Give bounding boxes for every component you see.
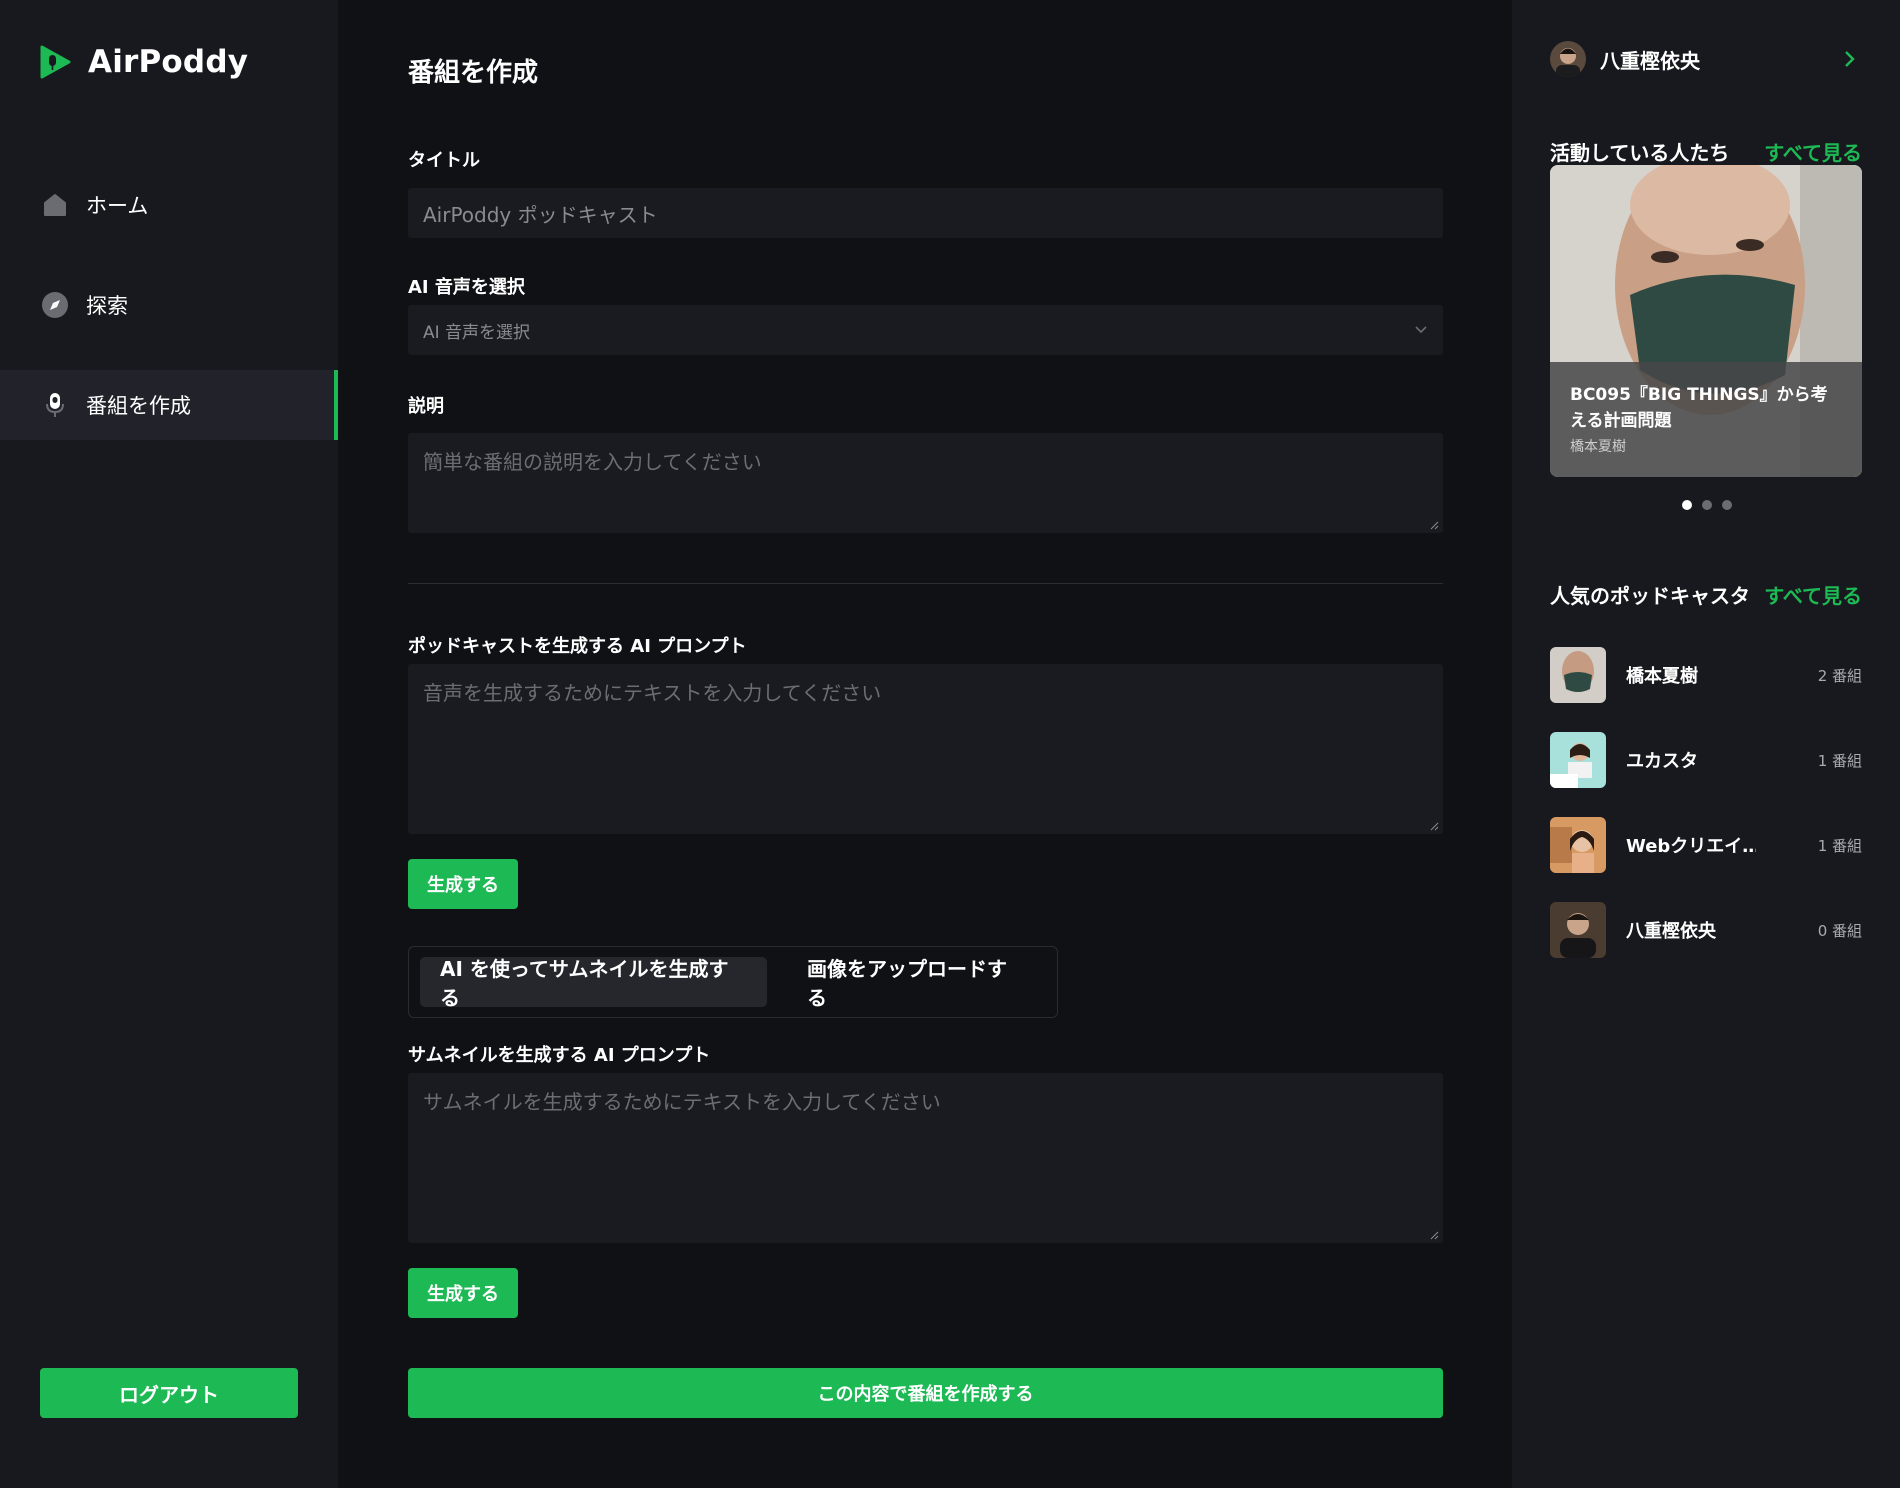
podcaster-name: 橋本夏樹	[1626, 666, 1698, 687]
podcaster-list: 橋本夏樹 2 番組 ユカスタ 1 番組 Webクリエイ… 1 番組 八重樫依央 …	[1550, 647, 1862, 987]
card-title: BC095『BIG THINGS』から考える計画問題	[1570, 385, 1828, 431]
sidebar-item-label: ホーム	[86, 194, 149, 218]
page-title: 番組を作成	[408, 58, 539, 88]
resize-handle-icon[interactable]	[1429, 821, 1439, 831]
sidebar-item-label: 探索	[86, 294, 128, 318]
brand-logo[interactable]: AirPoddy	[38, 44, 248, 80]
thumbnail-mode-tabs: AI を使ってサムネイルを生成する 画像をアップロードする	[408, 946, 1058, 1018]
card-author: 橋本夏樹	[1570, 439, 1626, 455]
home-icon	[40, 190, 70, 220]
voice-select[interactable]: AI 音声を選択	[408, 305, 1443, 355]
description-textarea[interactable]: 簡単な番組の説明を入力してください	[408, 433, 1443, 533]
microphone-icon	[40, 390, 70, 420]
show-count: 0 番組	[1817, 921, 1862, 940]
sidebar: AirPoddy ホーム 探索 番組を作成 ログアウト	[0, 0, 338, 1488]
podcast-prompt-placeholder: 音声を生成するためにテキストを入力してください	[423, 681, 882, 705]
avatar	[1550, 41, 1586, 77]
tab-ai-thumbnail[interactable]: AI を使ってサムネイルを生成する	[420, 957, 768, 1010]
voice-select-value: AI 音声を選択	[423, 322, 531, 343]
generate-audio-button[interactable]: 生成する	[408, 859, 518, 909]
sidebar-item-explore[interactable]: 探索	[0, 270, 338, 340]
avatar	[1550, 732, 1606, 788]
active-people-header: 活動している人たち すべて見る	[1550, 137, 1862, 166]
current-user[interactable]: 八重樫依央	[1550, 40, 1860, 78]
show-count: 2 番組	[1817, 666, 1862, 685]
user-name: 八重樫依央	[1600, 48, 1700, 73]
generate-thumbnail-button[interactable]: 生成する	[408, 1268, 518, 1318]
sidebar-item-label: 番組を作成	[86, 394, 191, 418]
carousel-dot[interactable]	[1702, 500, 1712, 510]
popular-podcasters-header: 人気のポッドキャスタ すべて見る	[1550, 580, 1862, 609]
podcaster-name: 八重樫依央	[1626, 921, 1716, 942]
sidebar-item-home[interactable]: ホーム	[0, 170, 338, 240]
avatar	[1550, 817, 1606, 873]
compass-icon	[40, 290, 70, 320]
carousel-dots	[1682, 500, 1742, 510]
section-title: 活動している人たち	[1550, 141, 1730, 165]
resize-handle-icon[interactable]	[1429, 520, 1439, 530]
see-all-link[interactable]: すべて見る	[1764, 580, 1862, 609]
list-item[interactable]: ユカスタ 1 番組	[1550, 732, 1862, 788]
podcast-prompt-label: ポッドキャストを生成する AI プロンプト	[408, 636, 747, 657]
brand-name: AirPoddy	[88, 44, 249, 80]
sidebar-item-create[interactable]: 番組を作成	[0, 370, 338, 440]
thumbnail-prompt-textarea[interactable]: サムネイルを生成するためにテキストを入力してください	[408, 1073, 1443, 1243]
show-count: 1 番組	[1817, 751, 1862, 770]
card-overlay: BC095『BIG THINGS』から考える計画問題 橋本夏樹	[1550, 362, 1862, 477]
description-label: 説明	[408, 396, 444, 417]
right-panel: 八重樫依央 活動している人たち すべて見る BC095『BIG THINGS』か…	[1512, 0, 1900, 1488]
avatar	[1550, 647, 1606, 703]
voice-label: AI 音声を選択	[408, 277, 525, 298]
featured-podcast-card[interactable]: BC095『BIG THINGS』から考える計画問題 橋本夏樹	[1550, 165, 1862, 477]
avatar	[1550, 902, 1606, 958]
title-placeholder: AirPoddy ポッドキャスト	[423, 202, 658, 227]
app-root: AirPoddy ホーム 探索 番組を作成 ログアウト 番組を作成 タイトル A…	[0, 0, 1900, 1488]
sidebar-nav: ホーム 探索 番組を作成	[0, 170, 338, 470]
thumbnail-prompt-label: サムネイルを生成する AI プロンプト	[408, 1045, 711, 1066]
podcaster-name: Webクリエイ…	[1626, 836, 1756, 857]
list-item[interactable]: 八重樫依央 0 番組	[1550, 902, 1862, 958]
carousel-dot[interactable]	[1722, 500, 1732, 510]
podcaster-name: ユカスタ	[1626, 751, 1698, 772]
list-item[interactable]: 橋本夏樹 2 番組	[1550, 647, 1862, 703]
see-all-link[interactable]: すべて見る	[1764, 137, 1862, 166]
thumbnail-prompt-placeholder: サムネイルを生成するためにテキストを入力してください	[423, 1090, 941, 1114]
list-item[interactable]: Webクリエイ… 1 番組	[1550, 817, 1862, 873]
section-title: 人気のポッドキャスタ	[1550, 584, 1750, 608]
create-show-button[interactable]: この内容で番組を作成する	[408, 1368, 1443, 1418]
description-placeholder: 簡単な番組の説明を入力してください	[423, 450, 762, 474]
logout-button[interactable]: ログアウト	[40, 1368, 298, 1418]
title-label: タイトル	[408, 150, 480, 171]
title-input[interactable]: AirPoddy ポッドキャスト	[408, 188, 1443, 238]
airpoddy-logo-icon	[40, 45, 71, 79]
carousel-dot[interactable]	[1682, 500, 1692, 510]
section-divider	[408, 583, 1443, 584]
tab-upload-image[interactable]: 画像をアップロードする	[787, 957, 1046, 1010]
podcast-prompt-textarea[interactable]: 音声を生成するためにテキストを入力してください	[408, 664, 1443, 834]
show-count: 1 番組	[1817, 836, 1862, 855]
chevron-down-icon	[1415, 326, 1427, 334]
resize-handle-icon[interactable]	[1429, 1230, 1439, 1240]
chevron-right-icon[interactable]	[1838, 48, 1860, 70]
